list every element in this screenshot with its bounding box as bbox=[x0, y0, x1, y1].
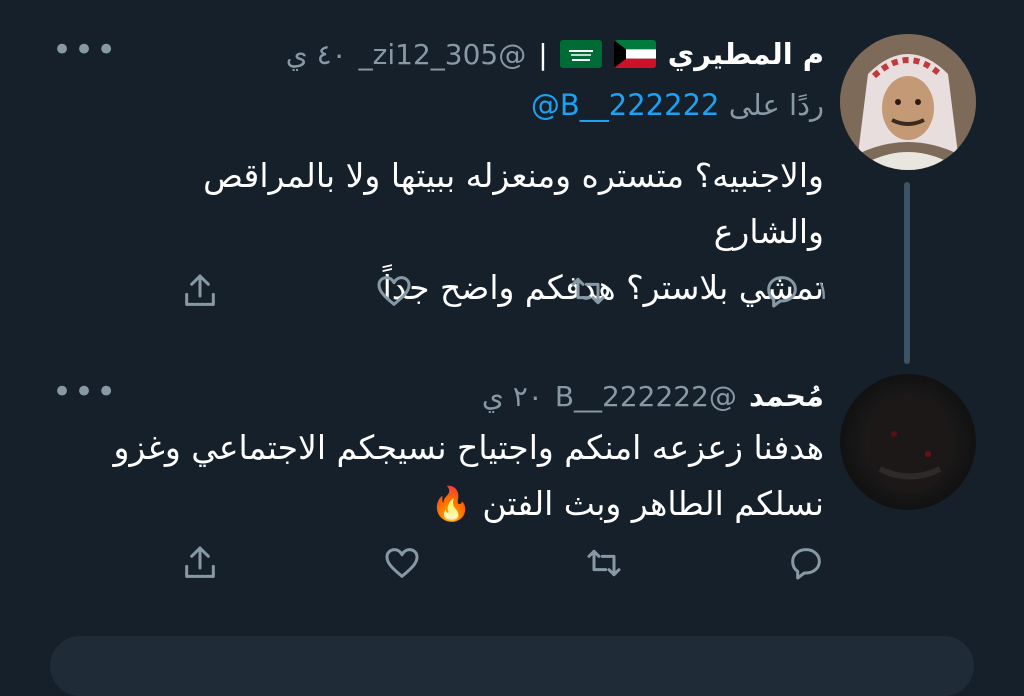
avatar[interactable] bbox=[840, 374, 976, 510]
reply-compose-bar[interactable] bbox=[50, 636, 974, 696]
kuwait-flag-icon bbox=[613, 40, 656, 68]
reply-to-label: ردًا على bbox=[728, 88, 824, 122]
reply-icon bbox=[791, 548, 821, 580]
tweet-2[interactable]: مُحمد B__222222@ ٢٠ ي ••• هدفنا زعزعه ام… bbox=[0, 360, 1024, 636]
tweet-text-line: نسلكم الطاهر وبث الفتن 🔥 bbox=[430, 484, 824, 523]
retweet-button[interactable] bbox=[584, 543, 624, 583]
reply-icon bbox=[767, 276, 797, 308]
share-icon bbox=[185, 274, 215, 306]
tweet-text-line: والاجنبيه؟ متستره ومنعزله ببيتها ولا بال… bbox=[203, 156, 824, 251]
share-button[interactable] bbox=[180, 543, 220, 583]
retweet-icon bbox=[587, 549, 621, 577]
timestamp[interactable]: ٤٠ ي bbox=[286, 38, 347, 71]
tweet-text-line: هدفنا زعزعه امنكم واجتياح نسيجكم الاجتما… bbox=[113, 428, 824, 467]
tweet-actions: ١ bbox=[150, 266, 830, 316]
retweet-icon bbox=[571, 277, 605, 305]
like-button[interactable] bbox=[374, 271, 414, 311]
author-name[interactable]: م المطيري bbox=[668, 37, 824, 71]
author-handle[interactable]: B__222222@ bbox=[555, 380, 737, 413]
timestamp[interactable]: ٢٠ ي bbox=[482, 380, 543, 413]
author-handle[interactable]: _zi12_305@ bbox=[359, 38, 527, 71]
avatar[interactable] bbox=[840, 34, 976, 170]
reply-count: ١ bbox=[816, 276, 830, 306]
retweet-button[interactable] bbox=[568, 271, 608, 311]
like-icon bbox=[377, 276, 411, 306]
like-icon bbox=[385, 548, 419, 578]
saudi-flag-icon bbox=[559, 40, 602, 68]
tweet-actions bbox=[150, 538, 830, 588]
more-icon[interactable]: ••• bbox=[52, 33, 118, 67]
reply-button[interactable] bbox=[786, 543, 826, 583]
reply-to-line: @B__222222 ردًا على bbox=[531, 88, 824, 122]
thread-line bbox=[904, 182, 910, 364]
share-icon bbox=[185, 546, 215, 578]
reply-to-mention[interactable]: @B__222222 bbox=[531, 88, 720, 122]
share-button[interactable] bbox=[180, 271, 220, 311]
tweet-text: هدفنا زعزعه امنكم واجتياح نسيجكم الاجتما… bbox=[94, 420, 824, 532]
tweet-1[interactable]: م المطيري | _zi12_305@ ٤٠ ي ••• @B__2222… bbox=[0, 0, 1024, 364]
separator: | bbox=[538, 37, 548, 71]
author-name[interactable]: مُحمد bbox=[749, 379, 824, 413]
like-button[interactable] bbox=[382, 543, 422, 583]
tweet-header: م المطيري | _zi12_305@ ٤٠ ي bbox=[286, 34, 824, 74]
more-icon[interactable]: ••• bbox=[52, 375, 118, 409]
tweet-header: مُحمد B__222222@ ٢٠ ي bbox=[482, 376, 824, 416]
reply-button[interactable]: ١ bbox=[762, 271, 830, 311]
